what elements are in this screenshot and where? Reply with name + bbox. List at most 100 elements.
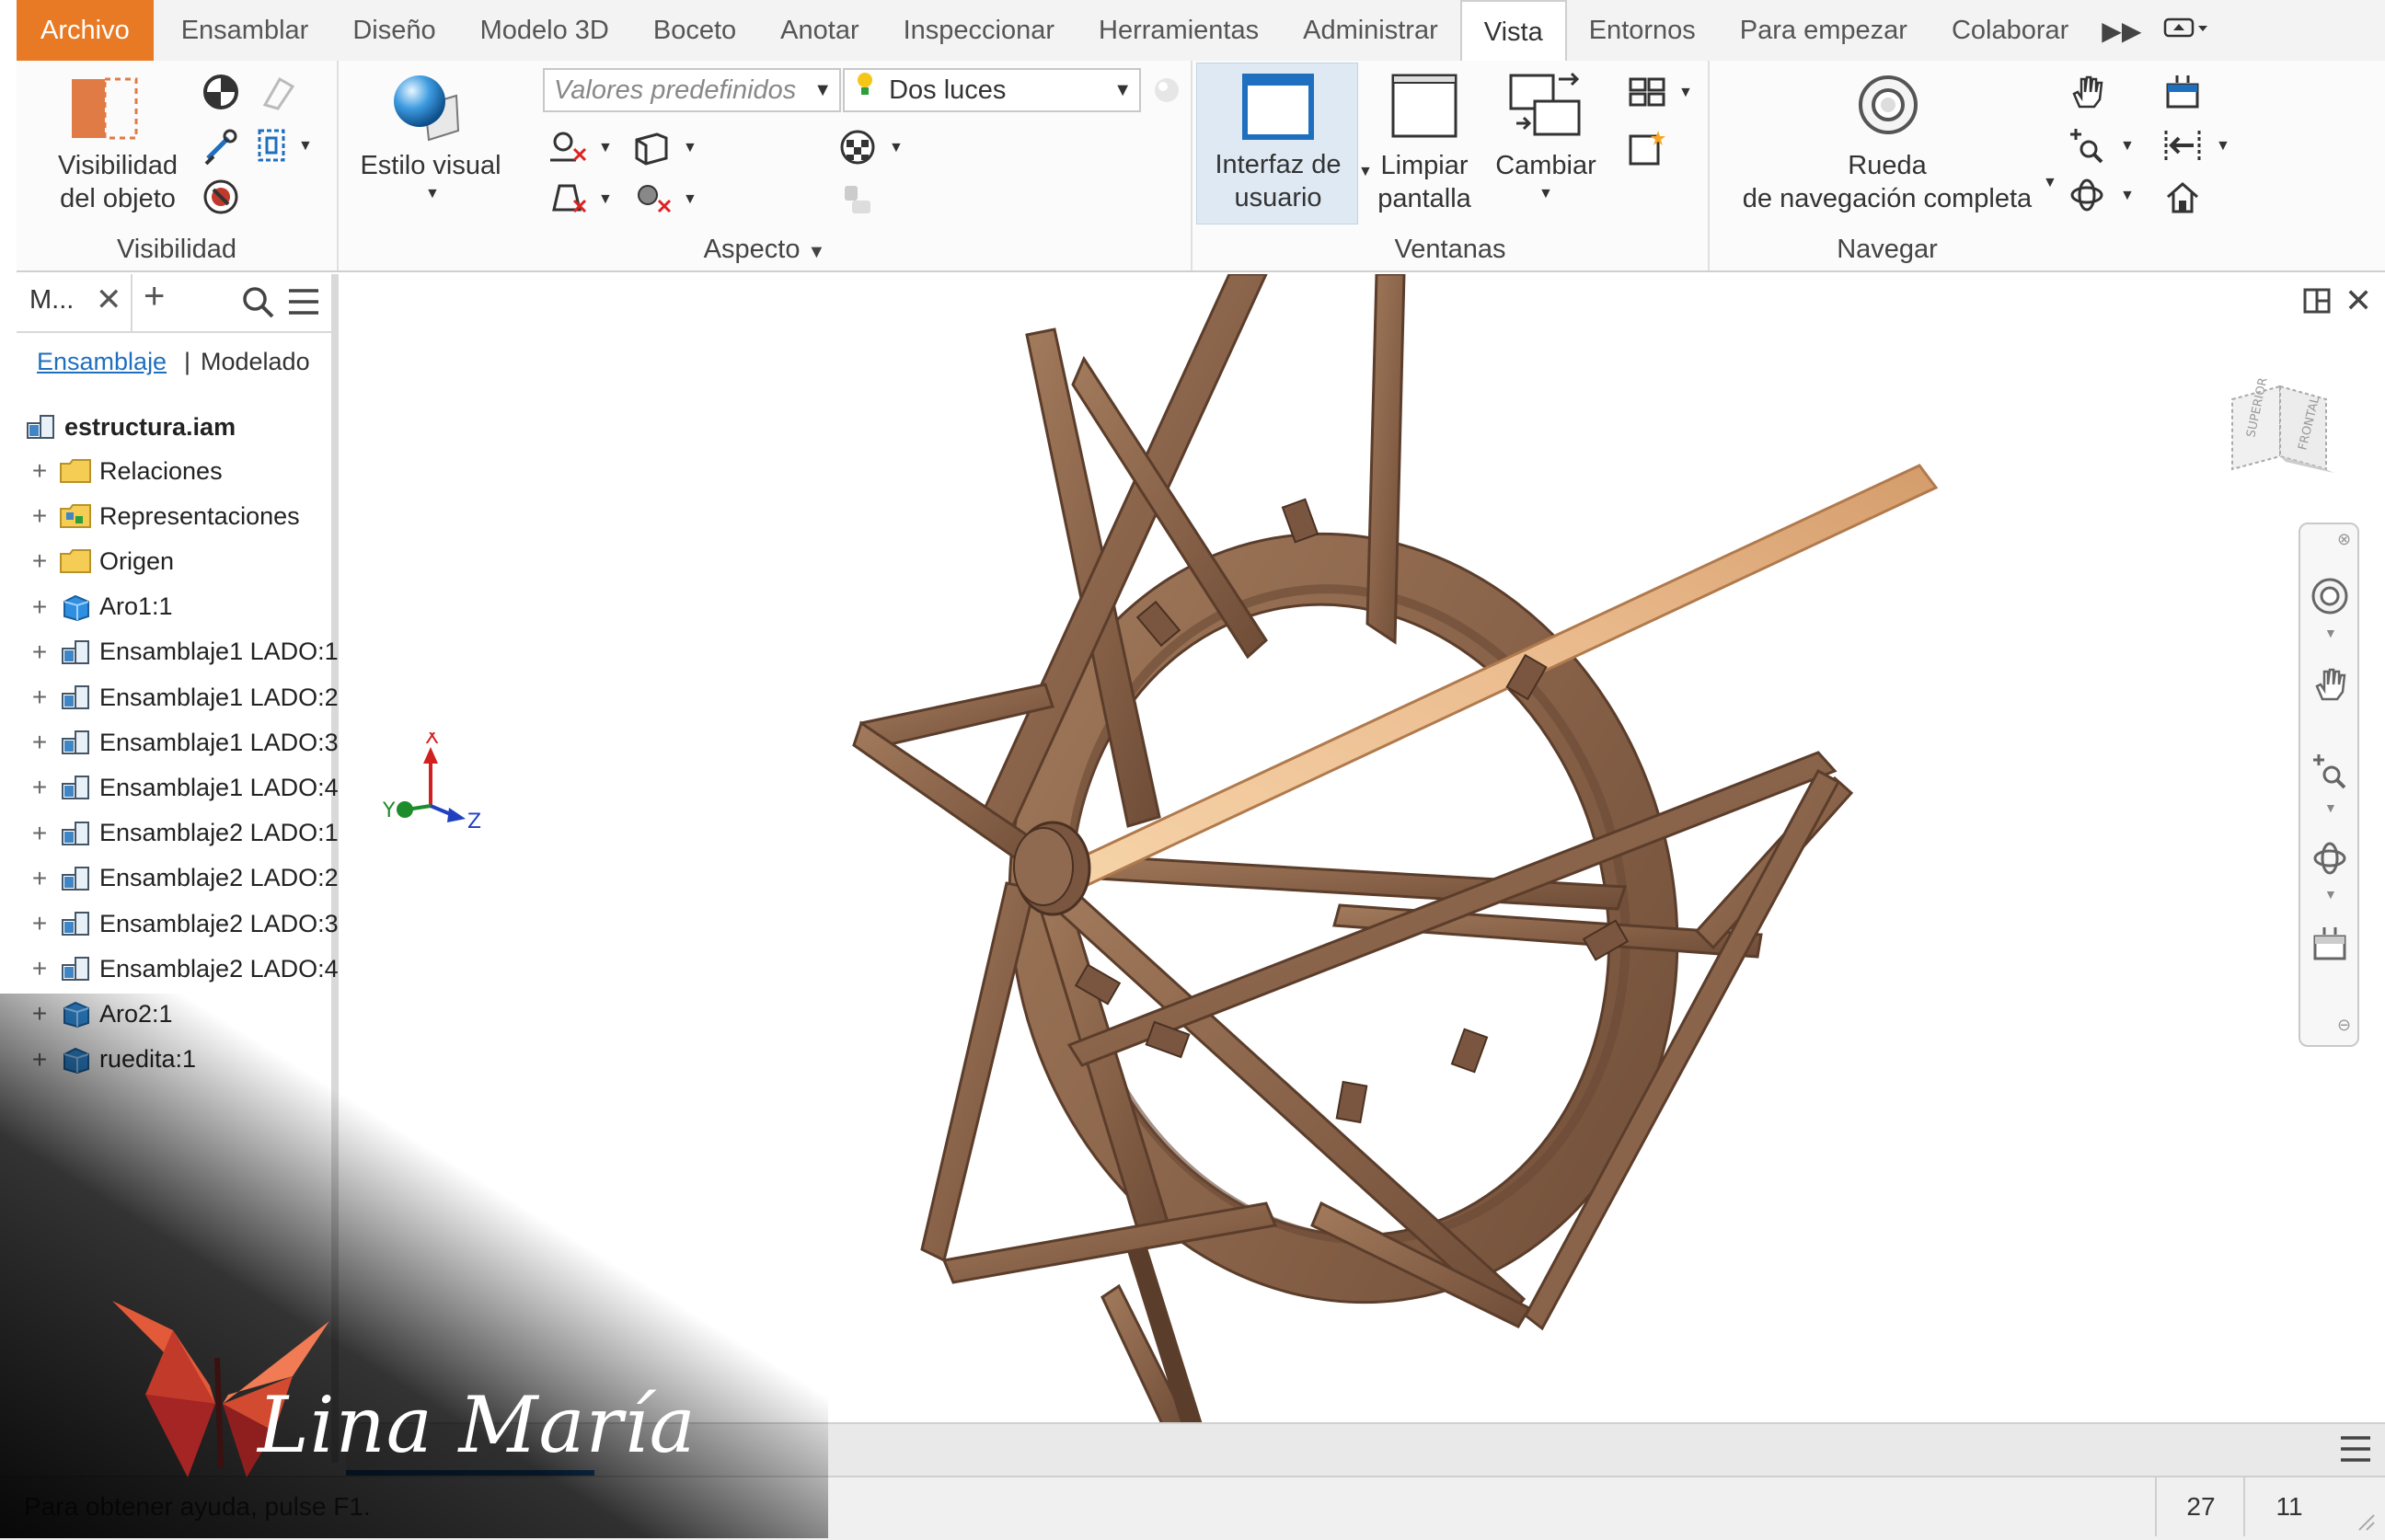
document-menu-icon[interactable] (2339, 1433, 2372, 1469)
wooden-structure-model[interactable] (346, 274, 2385, 1422)
search-icon[interactable] (241, 285, 276, 328)
navbar-wheel-dropdown-icon[interactable]: ▼ (2324, 626, 2337, 640)
arrange-windows-icon[interactable] (1627, 75, 1667, 113)
home-view-icon[interactable] (2162, 177, 2203, 222)
tab-herramientas[interactable]: Herramientas (1077, 0, 1281, 61)
expand-icon[interactable]: + (29, 773, 50, 802)
visual-style-icon[interactable] (388, 68, 466, 150)
tree-item[interactable]: + Ensamblaje1 LADO:1 (29, 630, 339, 674)
ribbon-display-icon[interactable] (2152, 14, 2222, 48)
perspective-icon[interactable] (631, 129, 672, 170)
shadows-icon[interactable] (547, 129, 587, 170)
navbar-pan-icon[interactable] (2310, 662, 2350, 709)
navbar-zoom-icon[interactable] (2310, 751, 2350, 798)
expand-icon[interactable]: + (29, 501, 50, 531)
zoom-icon[interactable] (2067, 125, 2107, 170)
close-browser-icon[interactable]: ✕ (96, 282, 122, 318)
user-interface-button[interactable]: Interfaz de usuario (1196, 63, 1358, 224)
expand-icon[interactable]: + (29, 638, 50, 667)
navbar-look-at-icon[interactable] (2310, 924, 2350, 971)
clean-screen-icon[interactable] (1389, 72, 1459, 144)
tree-item[interactable]: + Ensamblaje1 LADO:4 (29, 765, 339, 810)
tab-inspeccionar[interactable]: Inspeccionar (881, 0, 1077, 61)
tree-item[interactable]: + Ensamblaje2 LADO:4 (29, 947, 339, 991)
panel-title-aspecto[interactable]: Aspecto ▼ (339, 235, 1191, 265)
expand-icon[interactable]: + (29, 683, 50, 712)
object-visibility-icon[interactable] (68, 74, 142, 144)
navbar-steering-wheel-icon[interactable] (2310, 576, 2350, 621)
switch-window-icon[interactable] (1507, 72, 1584, 144)
tab-ensamblar[interactable]: Ensamblar (159, 0, 331, 61)
tab-modelado[interactable]: Modelado (201, 348, 310, 376)
tree-item[interactable]: + ruedita:1 (29, 1038, 196, 1082)
bounding-box-dropdown-icon[interactable]: ▼ (298, 138, 313, 155)
expand-icon[interactable]: + (29, 909, 50, 938)
tab-boceto[interactable]: Boceto (631, 0, 758, 61)
tab-colaborar[interactable]: Colaborar (1930, 0, 2091, 61)
bounding-box-icon[interactable] (254, 125, 298, 170)
previous-view-icon[interactable] (2162, 125, 2203, 170)
reflections-dropdown-icon[interactable]: ▼ (598, 191, 613, 208)
full-navigation-wheel-button[interactable]: Rueda de navegación completa (1710, 149, 2065, 215)
navbar-orbit-dropdown-icon[interactable]: ▼ (2324, 887, 2337, 902)
half-section-icon[interactable] (201, 72, 241, 117)
tab-vista[interactable]: Vista (1459, 0, 1567, 63)
orbit-icon[interactable] (2067, 175, 2107, 220)
navbar-orbit-icon[interactable] (2310, 837, 2350, 884)
ambient-occlusion-dropdown-icon[interactable]: ▼ (683, 191, 697, 208)
ray-tracing-icon[interactable] (837, 180, 878, 225)
browser-menu-icon[interactable] (287, 287, 320, 324)
tree-item[interactable]: + Ensamblaje2 LADO:3 (29, 902, 339, 946)
navbar-zoom-dropdown-icon[interactable]: ▼ (2324, 800, 2337, 815)
tab-archivo[interactable]: Archivo (17, 0, 154, 61)
add-browser-icon[interactable]: + (144, 276, 165, 317)
navigation-wheel-dropdown-icon[interactable]: ▼ (2043, 175, 2057, 191)
tree-item[interactable]: + Ensamblaje1 LADO:3 (29, 720, 339, 764)
expand-icon[interactable]: + (29, 728, 50, 757)
tree-root[interactable]: estructura.iam (24, 405, 236, 449)
switch-window-button[interactable]: Cambiar (1489, 149, 1603, 182)
tab-entornos[interactable]: Entornos (1567, 0, 1718, 61)
expand-icon[interactable]: + (29, 1045, 50, 1075)
texture-icon[interactable] (837, 127, 878, 172)
view-dropdown-icon[interactable]: ▼ (2216, 138, 2230, 155)
tab-modelo-3d[interactable]: Modelo 3D (458, 0, 631, 61)
look-at-icon[interactable] (2162, 72, 2203, 117)
ambient-occlusion-icon[interactable] (631, 180, 672, 222)
graphics-viewport[interactable]: ✕ SUPERIOR FRONTAL X Y Z (346, 274, 2385, 1422)
zoom-dropdown-icon[interactable]: ▼ (2120, 138, 2135, 155)
tree-item[interactable]: + Relaciones (29, 449, 223, 493)
lighting-select[interactable]: Dos luces ▼ (843, 68, 1141, 112)
tree-item[interactable]: + Aro1:1 (29, 585, 173, 629)
tree-item[interactable]: + Representaciones (29, 494, 300, 538)
visual-style-button[interactable]: Estilo visual (348, 149, 513, 182)
navbar-close-icon[interactable]: ⊗ (2337, 530, 2351, 549)
lighting-settings-icon[interactable] (1150, 74, 1183, 111)
expand-icon[interactable]: + (29, 954, 50, 983)
perspective-dropdown-icon[interactable]: ▼ (683, 140, 697, 156)
switch-window-dropdown-icon[interactable]: ▼ (1538, 186, 1553, 202)
expand-icon[interactable]: + (29, 456, 50, 486)
tab-ensamblaje[interactable]: Ensamblaje (37, 348, 167, 376)
expand-icon[interactable]: + (29, 819, 50, 848)
more-tabs-icon[interactable]: ▶▶ (2091, 16, 2152, 46)
resize-grip-icon[interactable] (2356, 1511, 2378, 1533)
tab-administrar[interactable]: Administrar (1281, 0, 1460, 61)
hub-ruedita[interactable] (1013, 821, 1091, 916)
ground-shadow-toggle-icon[interactable] (201, 177, 241, 222)
expand-icon[interactable]: + (29, 546, 50, 576)
pan-icon[interactable] (2067, 72, 2107, 117)
reflections-icon[interactable] (547, 180, 587, 222)
tab-anotar[interactable]: Anotar (758, 0, 881, 61)
navbar-options-icon[interactable]: ⊖ (2337, 1016, 2351, 1035)
texture-dropdown-icon[interactable]: ▼ (889, 140, 904, 156)
expand-icon[interactable]: + (29, 592, 50, 622)
section-view-icon[interactable] (201, 127, 241, 172)
orbit-dropdown-icon[interactable]: ▼ (2120, 188, 2135, 204)
slice-graphics-icon[interactable] (258, 72, 298, 117)
tab-para-empezar[interactable]: Para empezar (1718, 0, 1930, 61)
tab-diseno[interactable]: Diseño (330, 0, 457, 61)
browser-title[interactable]: M... (29, 285, 74, 316)
tree-item[interactable]: + Ensamblaje2 LADO:2 (29, 856, 339, 901)
tree-item[interactable]: + Origen (29, 539, 174, 583)
